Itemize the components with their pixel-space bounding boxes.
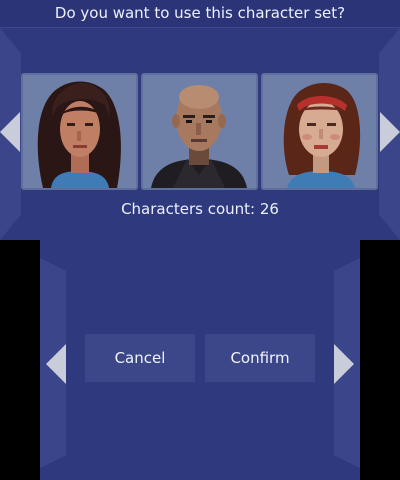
- cancel-button[interactable]: Cancel: [85, 334, 195, 382]
- chevron-right-icon[interactable]: [334, 344, 354, 384]
- bottom-screen: Cancel Confirm: [40, 240, 360, 480]
- characters-count-label: Characters count: 26: [121, 200, 279, 218]
- chevron-left-icon[interactable]: [0, 112, 20, 152]
- character-portrait-bald-man[interactable]: [141, 73, 258, 190]
- confirm-button[interactable]: Confirm: [205, 334, 315, 382]
- character-portrait-woman-headband[interactable]: [261, 73, 378, 190]
- dialog-title: Do you want to use this character set?: [0, 0, 400, 28]
- character-portrait-woman-dark-hair[interactable]: [21, 73, 138, 190]
- chevron-left-icon[interactable]: [46, 344, 66, 384]
- top-screen: Do you want to use this character set? C…: [0, 0, 400, 240]
- chevron-right-icon[interactable]: [380, 112, 400, 152]
